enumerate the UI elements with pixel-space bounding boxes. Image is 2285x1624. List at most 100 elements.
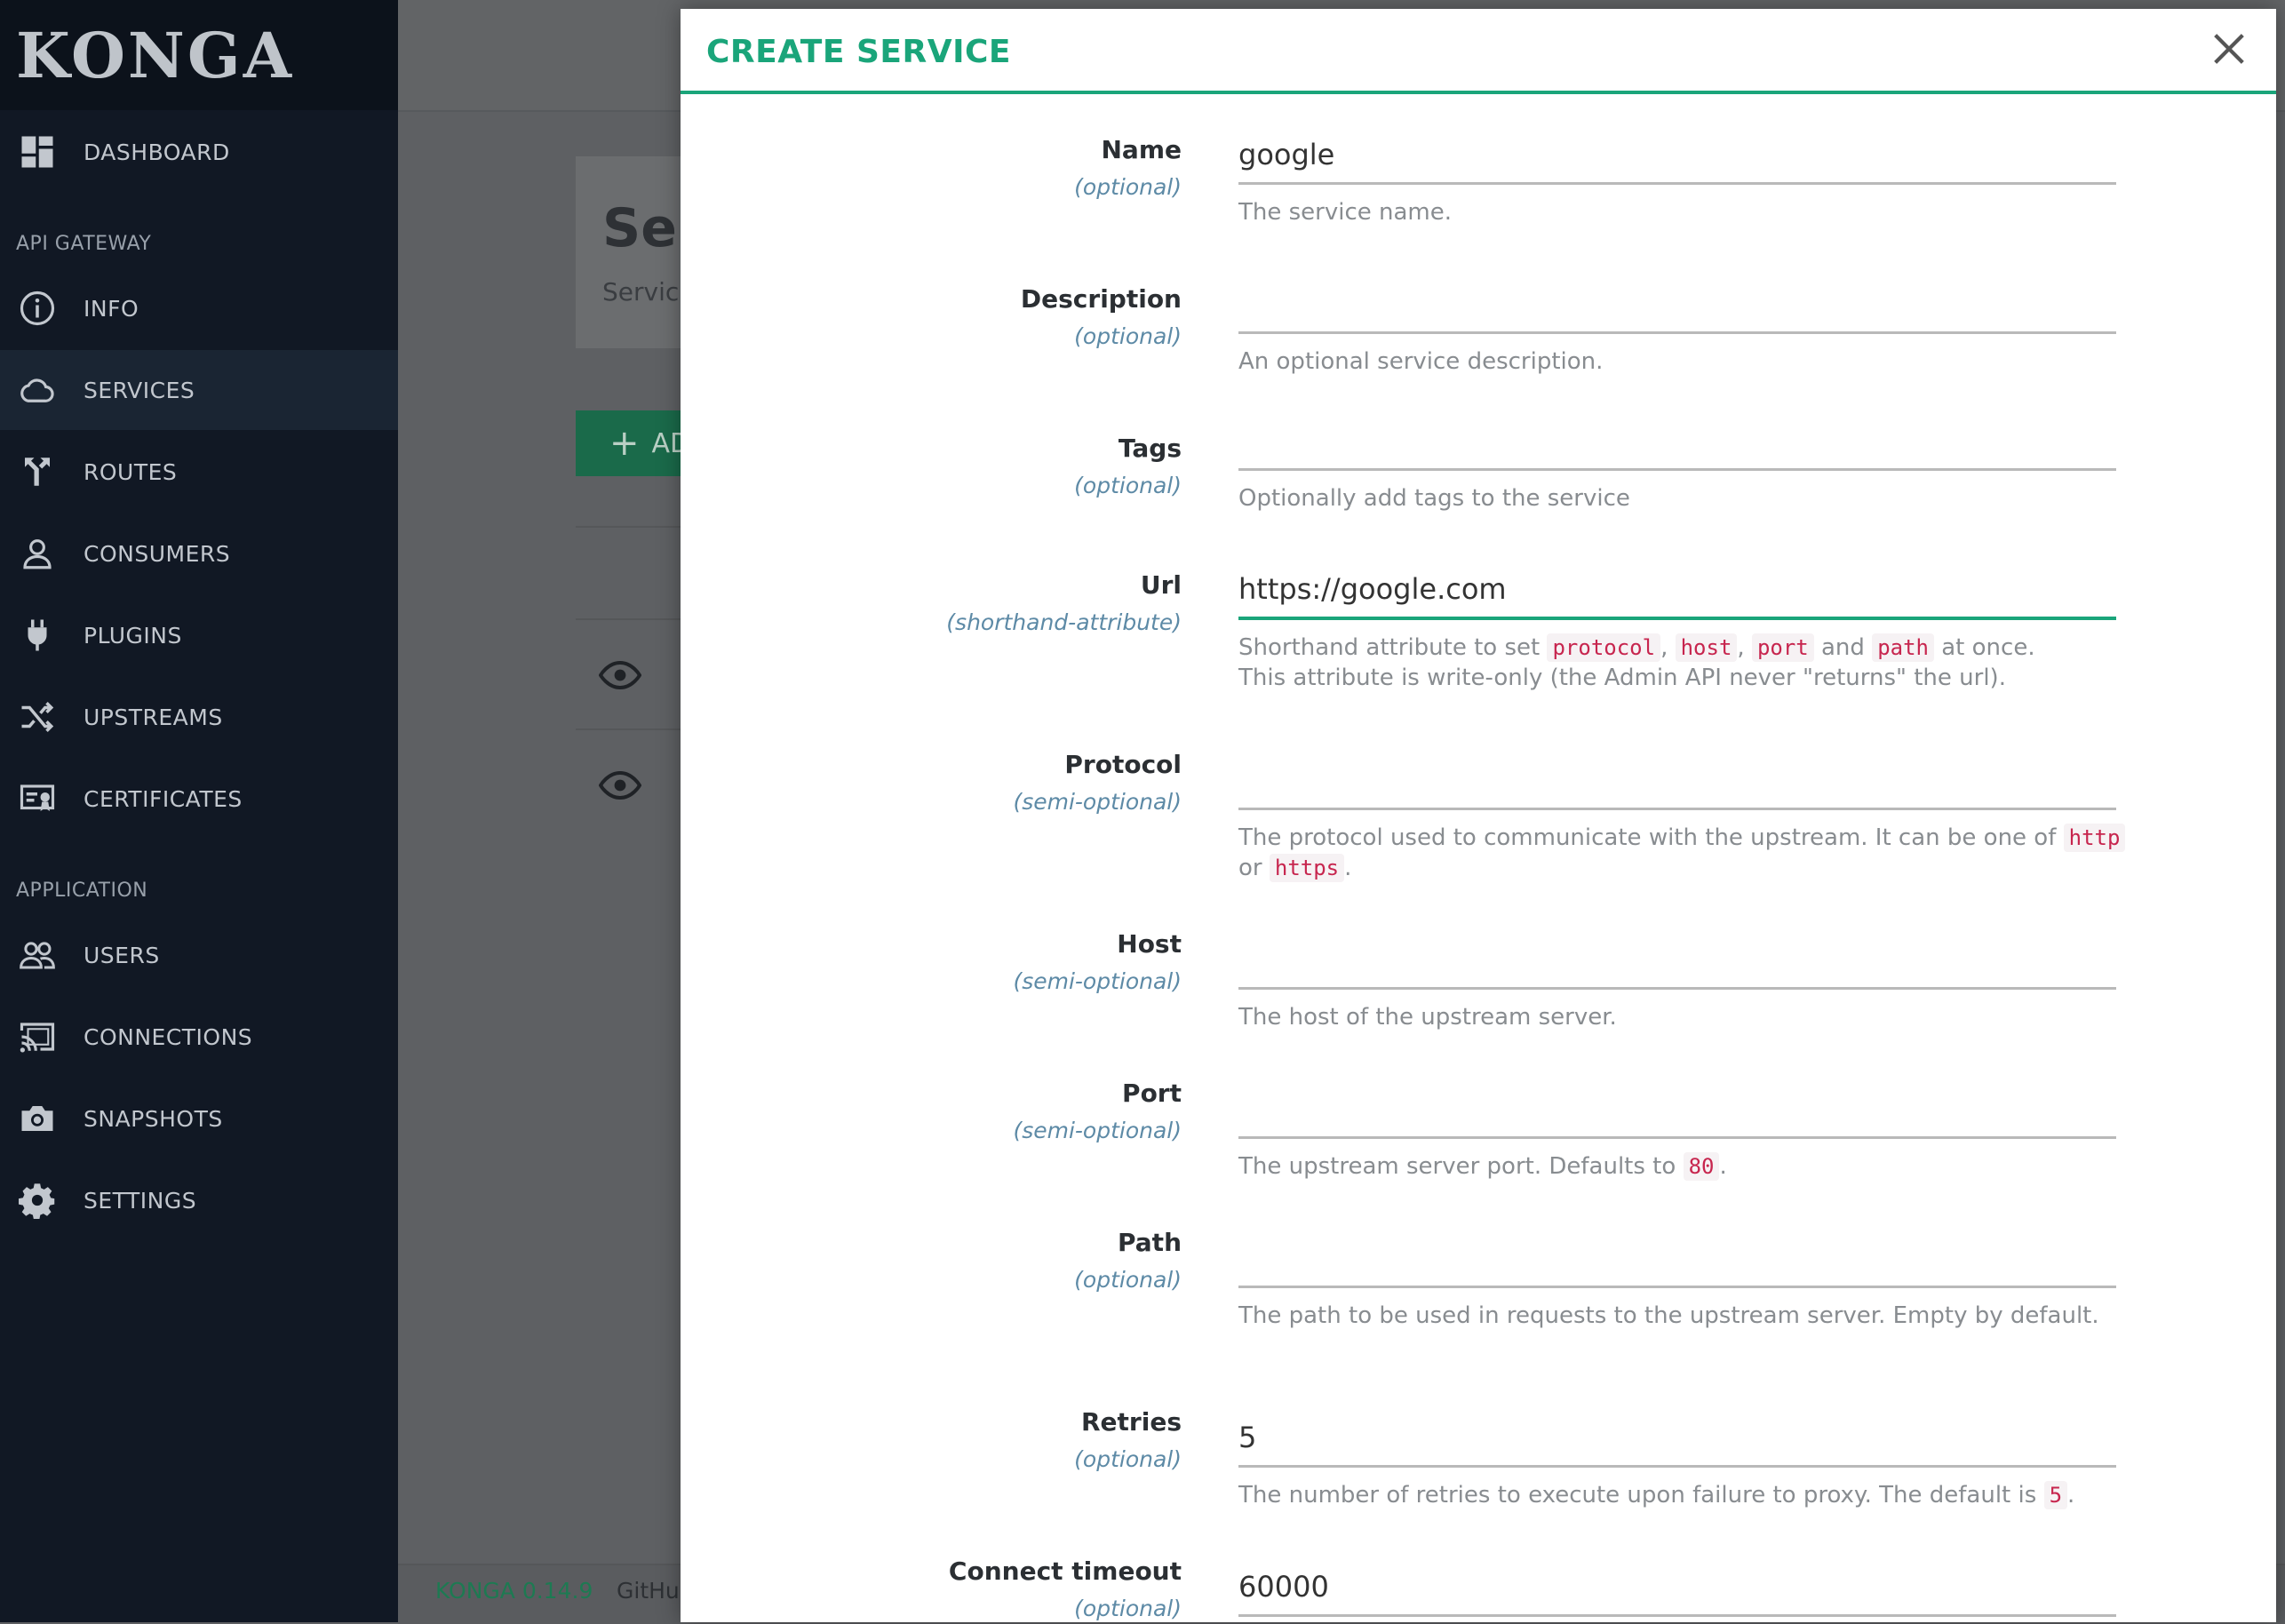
gear-icon [18,1181,57,1220]
user-icon [18,534,57,573]
retries-sub: (optional) [1074,1446,1182,1472]
code-host: host [1675,633,1738,662]
sidebar-item-plugins[interactable]: PLUGINS [0,595,398,675]
brand-logo[interactable]: KONGA [0,0,398,110]
modal-title: CREATE SERVICE [706,34,1011,70]
sidebar-item-certificates[interactable]: CERTIFICATES [0,759,398,839]
sidebar-item-label: SERVICES [84,377,195,403]
sidebar: KONGA DASHBOARD API GATEWAY INFO SERVICE… [0,0,398,1622]
code-https: https [1269,854,1345,882]
page-subtitle: Servic [602,277,680,306]
code-80: 80 [1683,1152,1720,1181]
path-help: The path to be used in requests to the u… [1238,1302,2099,1329]
url-label: Url [1140,570,1182,600]
port-help-prefix: The upstream server port. Defaults to [1238,1153,1676,1180]
section-api-gateway: API GATEWAY [16,233,152,255]
eye-icon[interactable] [599,659,641,691]
description-label: Description [1020,284,1182,314]
path-label: Path [1118,1228,1182,1257]
plug-icon [18,616,57,655]
create-service-modal: CREATE SERVICE Name (optional) The servi… [681,9,2276,1622]
host-help: The host of the upstream server. [1238,1004,1617,1031]
sidebar-item-info[interactable]: INFO [0,268,398,348]
sidebar-item-settings[interactable]: SETTINGS [0,1160,398,1240]
modal-header: CREATE SERVICE [681,9,2276,94]
shuffle-icon [18,697,57,736]
name-help: The service name. [1238,199,1453,226]
tags-label: Tags [1118,434,1182,463]
sidebar-item-label: CONNECTIONS [84,1023,253,1050]
host-input[interactable] [1238,936,2116,990]
tags-help: Optionally add tags to the service [1238,485,1630,512]
sidebar-item-snapshots[interactable]: SNAPSHOTS [0,1079,398,1158]
protocol-input[interactable] [1238,757,2116,810]
path-input[interactable] [1238,1235,2116,1288]
url-help-prefix: Shorthand attribute to set [1238,634,1541,661]
path-sub: (optional) [1074,1267,1182,1293]
code-port: port [1751,633,1814,662]
url-help: Shorthand attribute to set protocol, hos… [1238,633,2035,691]
port-sub: (semi-optional) [1013,1118,1182,1143]
sidebar-item-label: UPSTREAMS [84,704,223,730]
sidebar-item-label: SNAPSHOTS [84,1105,223,1132]
eye-icon[interactable] [599,769,641,801]
description-help: An optional service description. [1238,348,1604,375]
sidebar-item-label: CERTIFICATES [84,785,243,812]
name-input[interactable] [1238,131,2116,185]
url-help-suffix: at once. [1941,634,2035,661]
routes-icon [18,452,57,491]
sidebar-item-dashboard[interactable]: DASHBOARD [0,112,398,192]
tags-input[interactable] [1238,418,2116,471]
tags-sub: (optional) [1074,473,1182,498]
name-label: Name [1101,135,1182,164]
cloud-icon [18,370,57,410]
sidebar-item-consumers[interactable]: CONSUMERS [0,513,398,593]
code-http: http [2063,824,2126,852]
close-icon[interactable] [2209,28,2249,69]
url-help-and: and [1821,634,1865,661]
sidebar-item-routes[interactable]: ROUTES [0,432,398,512]
retries-input[interactable] [1238,1414,2116,1468]
dashboard-icon [18,132,57,171]
protocol-sub: (semi-optional) [1013,789,1182,815]
protocol-help: The protocol used to communicate with th… [1238,823,2127,883]
sidebar-item-label: PLUGINS [84,622,182,649]
code-path: path [1872,633,1934,662]
info-icon [18,289,57,328]
description-sub: (optional) [1074,323,1182,349]
connect-timeout-input[interactable] [1238,1564,2116,1617]
url-help-line2: This attribute is write-only (the Admin … [1238,665,2006,691]
protocol-help-prefix: The protocol used to communicate with th… [1238,824,2057,851]
url-sub: (shorthand-attribute) [946,609,1182,635]
port-input[interactable] [1238,1086,2116,1139]
host-label: Host [1117,929,1182,959]
protocol-label: Protocol [1064,750,1182,779]
footer-version: KONGA 0.14.9 [435,1578,593,1604]
description-input[interactable] [1238,281,2116,334]
sidebar-item-services[interactable]: SERVICES [0,350,398,430]
sidebar-item-label: CONSUMERS [84,540,231,567]
sidebar-item-label: DASHBOARD [84,139,230,165]
sidebar-item-label: SETTINGS [84,1187,197,1214]
camera-icon [18,1099,57,1138]
sidebar-item-label: INFO [84,295,139,322]
sidebar-item-connections[interactable]: CONNECTIONS [0,997,398,1077]
footer-github-link[interactable]: GitHu [617,1578,680,1604]
brand-text: KONGA [16,18,295,92]
cast-icon [18,1017,57,1056]
plus-icon: + [609,423,640,464]
port-help: The upstream server port. Defaults to 80… [1238,1152,1727,1181]
retries-help-prefix: The number of retries to execute upon fa… [1238,1482,2037,1509]
users-icon [18,935,57,975]
sidebar-item-label: USERS [84,942,160,968]
host-sub: (semi-optional) [1013,968,1182,994]
port-label: Port [1122,1079,1182,1108]
sidebar-item-upstreams[interactable]: UPSTREAMS [0,677,398,757]
code-protocol: protocol [1547,633,1661,662]
retries-label: Retries [1081,1407,1182,1437]
retries-help: The number of retries to execute upon fa… [1238,1481,2075,1509]
sidebar-item-users[interactable]: USERS [0,915,398,995]
connect-timeout-label: Connect timeout [948,1556,1182,1586]
url-input[interactable] [1238,567,2116,620]
certificate-icon [18,779,57,818]
